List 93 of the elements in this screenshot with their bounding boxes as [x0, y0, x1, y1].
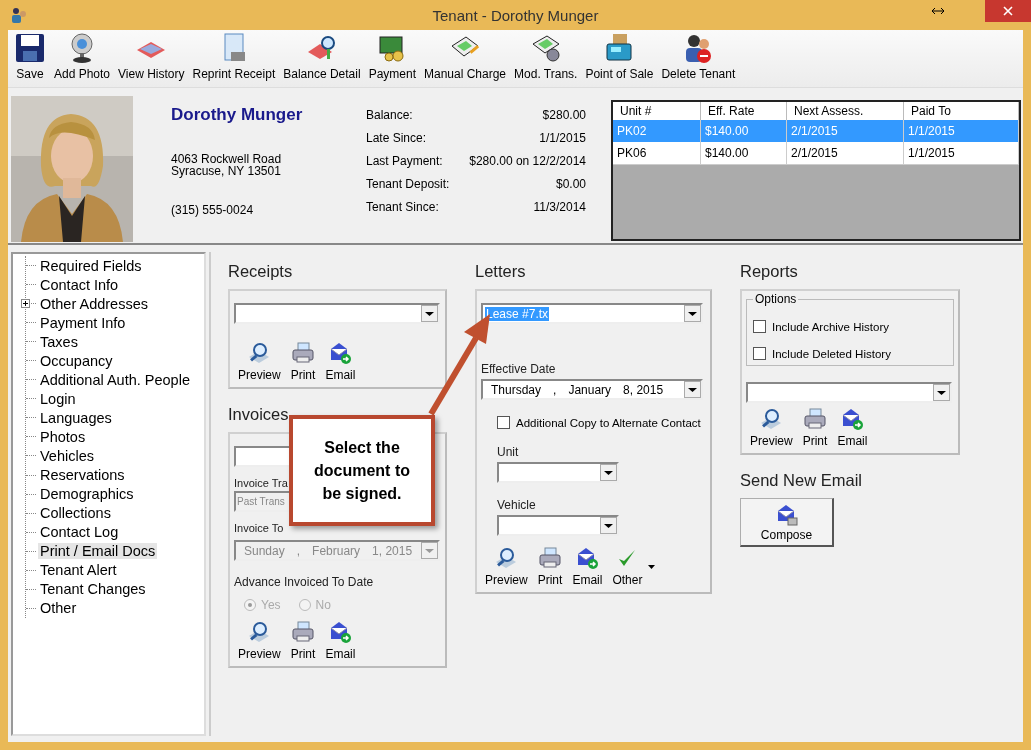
tree-item[interactable]: Other [38, 600, 79, 617]
tree-item[interactable]: Print / Email Docs [38, 543, 158, 560]
section-title: Letters [475, 262, 527, 281]
email-button[interactable]: Email [833, 407, 872, 448]
tree-item[interactable]: Tenant Changes [38, 581, 148, 598]
tree-item[interactable]: Vehicles [38, 448, 96, 464]
table-cell[interactable]: 2/1/2015 [787, 142, 904, 165]
close-button[interactable] [985, 0, 1031, 22]
tree-item[interactable]: Tenant Alert [38, 562, 119, 579]
window-title: Tenant - Dorothy Munger [432, 6, 599, 24]
tree-item[interactable]: Languages [38, 409, 114, 426]
tree-item[interactable]: Payment Info [38, 314, 128, 331]
toolbar-button[interactable]: Payment [364, 32, 420, 81]
preview-button[interactable]: Preview [234, 341, 285, 382]
summary-value: $0.00 [554, 177, 586, 191]
summary-value: 11/3/2014 [532, 200, 586, 214]
section-title: Receipts [228, 262, 294, 281]
checkbox-option[interactable]: Additional Copy to Alternate Contact [481, 416, 701, 429]
summary-value: $280.00 [541, 108, 586, 122]
tree-item[interactable]: Login [38, 390, 78, 407]
resize-icon[interactable] [931, 6, 945, 16]
summary-value: $280.00 on 12/2/2014 [468, 154, 586, 168]
tree-item[interactable]: Contact Info [38, 276, 121, 293]
group-title: Options [753, 292, 799, 306]
print-button[interactable]: Print [798, 407, 832, 448]
field-label: Advance Invoiced To Date [234, 575, 374, 589]
tenant-phone: (315) 555-0024 [171, 203, 255, 217]
printer-icon [803, 407, 828, 431]
table-cell[interactable]: PK06 [613, 142, 701, 165]
toolbar-button[interactable]: Add Photo [50, 32, 115, 81]
envelope-icon [328, 341, 353, 365]
email-button[interactable]: Email [568, 546, 607, 587]
toolbar-button[interactable]: Mod. Trans. [510, 32, 582, 81]
print-button[interactable]: Print [286, 620, 320, 661]
section-title: Send New Email [740, 471, 863, 490]
printer-icon [538, 546, 563, 570]
field-label: Effective Date [481, 362, 556, 376]
section-title: Invoices [228, 405, 290, 424]
summary-label: Last Payment: [366, 154, 444, 168]
table-cell[interactable]: $140.00 [701, 142, 787, 165]
tree-item[interactable]: Other Addresses [38, 295, 150, 312]
summary-label: Tenant Since: [366, 200, 440, 214]
date-picker[interactable]: Thursday , January 8, 2015 [481, 379, 703, 400]
tree-item[interactable]: Reservations [38, 467, 127, 484]
callout: Select the document to be signed. [289, 415, 435, 526]
preview-button[interactable]: Preview [746, 407, 797, 448]
checkbox-option[interactable]: Include Deleted History [753, 347, 891, 360]
tree-item[interactable]: Photos [38, 428, 88, 445]
invoice-dropdown[interactable] [234, 446, 290, 467]
summary-value: 1/1/2015 [538, 131, 586, 145]
checkbox-option[interactable]: Include Archive History [753, 320, 889, 333]
other-button[interactable]: Other [608, 546, 647, 587]
people-icon [10, 6, 28, 24]
summary-label: Tenant Deposit: [366, 177, 451, 191]
envelope-icon [328, 620, 353, 644]
summary-label: Late Since: [366, 131, 428, 145]
tree-item[interactable]: Required Fields [38, 257, 144, 274]
caret-icon[interactable] [648, 564, 656, 569]
envelope-icon [840, 407, 865, 431]
tree-item[interactable]: Demographics [38, 486, 136, 503]
section-title: Reports [740, 262, 799, 281]
table-cell[interactable]: 1/1/2015 [904, 142, 1019, 165]
field-label: Vehicle [496, 498, 536, 512]
email-button[interactable]: Email [321, 341, 360, 382]
print-button[interactable]: Print [533, 546, 567, 587]
toolbar-button[interactable]: Manual Charge [420, 32, 511, 81]
expand-icon[interactable] [21, 299, 30, 309]
print-button[interactable]: Print [286, 341, 320, 382]
toolbar-button[interactable]: Balance Detail [279, 32, 365, 81]
tree-item[interactable]: Taxes [38, 333, 80, 350]
compose-button[interactable]: Compose [740, 498, 834, 547]
toolbar-button[interactable]: Save [10, 32, 50, 81]
tree-item[interactable]: Occupancy [38, 352, 115, 369]
printer-icon [291, 620, 316, 644]
summary-label: Balance: [366, 108, 414, 122]
preview-button[interactable]: Preview [234, 620, 285, 661]
tenant-name: Dorothy Munger [171, 105, 304, 125]
preview-button[interactable]: Preview [481, 546, 532, 587]
field-label: Unit [496, 445, 519, 459]
field-label: Invoice To [234, 522, 284, 534]
toolbar-button[interactable]: Point of Sale [581, 32, 658, 81]
tenant-address: 4063 Rockwell Road Syracuse, NY 13501 [171, 153, 283, 177]
tree-item[interactable]: Additional Auth. People [38, 371, 192, 388]
close-icon [1003, 6, 1013, 16]
field-label: Invoice Tra [234, 477, 288, 489]
tree-item[interactable]: Collections [38, 505, 113, 522]
tree-item[interactable]: Contact Log [38, 524, 121, 541]
envelope-icon [575, 546, 600, 570]
toolbar-button[interactable]: Reprint Receipt [188, 32, 280, 81]
toolbar-button[interactable]: View History [114, 32, 189, 81]
email-button[interactable]: Email [321, 620, 360, 661]
toolbar-button[interactable]: Delete Tenant [657, 32, 740, 81]
printer-icon [291, 341, 316, 365]
